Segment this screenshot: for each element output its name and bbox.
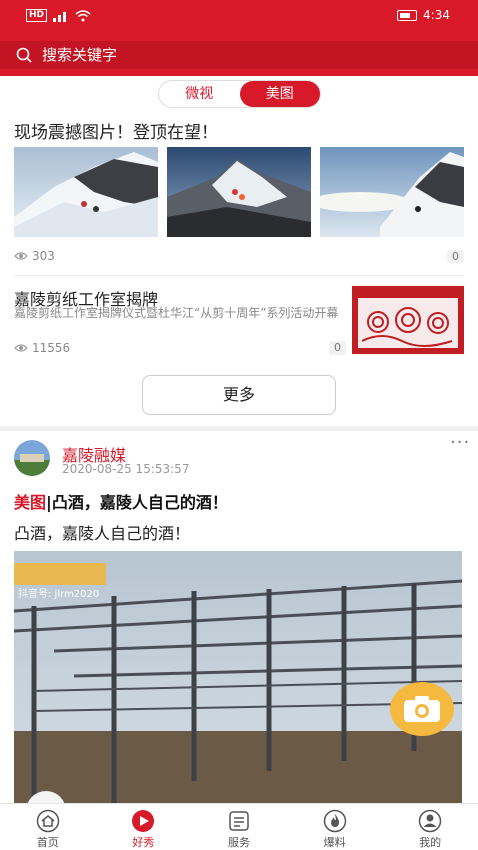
wifi-icon	[75, 9, 91, 21]
eye-icon	[14, 344, 28, 352]
home-icon	[36, 809, 60, 833]
nav-label: 首页	[36, 836, 59, 849]
search-icon	[16, 47, 32, 63]
camera-icon	[404, 696, 440, 722]
tab-pictures[interactable]: 美图	[239, 81, 320, 107]
tab-video[interactable]: 微视	[159, 81, 240, 107]
comment-count: 0	[447, 249, 464, 263]
post-video[interactable]: 抖音号: jlrm2020	[14, 551, 462, 804]
fire-icon	[323, 809, 346, 833]
comment-count: 0	[329, 341, 346, 355]
eye-icon	[14, 252, 28, 260]
view-count: 303	[14, 249, 55, 263]
post-time: 2020-08-25 15:53:57	[62, 462, 190, 476]
view-count: 11556	[14, 341, 70, 355]
avatar[interactable]	[14, 440, 50, 476]
nav-label: 爆料	[323, 836, 346, 849]
search-bar	[0, 34, 478, 76]
nav-profile[interactable]: 我的	[382, 804, 478, 850]
nav-service[interactable]: 服务	[191, 804, 287, 850]
more-button[interactable]: 更多	[142, 375, 336, 415]
post-tag: 美图	[14, 493, 47, 512]
photo-gallery	[14, 147, 464, 237]
play-icon	[132, 810, 155, 832]
news-description: 嘉陵剪纸工作室揭牌仪式暨杜华江“从剪十周年”系列活动开幕	[14, 306, 339, 320]
more-options-icon[interactable]: ···	[450, 432, 470, 453]
photo-thumbnail[interactable]	[14, 147, 158, 237]
nav-label: 我的	[419, 836, 442, 849]
view-count-value: 303	[32, 249, 55, 263]
nav-label: 好秀	[132, 836, 155, 849]
search-input[interactable]	[42, 46, 442, 64]
hd-indicator: HD	[26, 9, 48, 22]
user-icon	[418, 809, 442, 833]
battery-icon	[397, 9, 418, 21]
news-meta: 11556 0	[14, 341, 346, 355]
service-icon	[229, 811, 249, 831]
status-time: 4:34	[423, 8, 450, 22]
content-type-tabs: 微视 美图	[158, 80, 321, 108]
photo-thumbnail[interactable]	[320, 147, 464, 237]
nav-home[interactable]: 首页	[0, 804, 96, 850]
camera-button[interactable]	[390, 682, 454, 736]
photo-card-title[interactable]: 现场震撼图片！登顶在望！	[14, 118, 218, 143]
nav-videos[interactable]: 好秀	[96, 804, 192, 850]
bottom-nav: 首页 好秀 服务 爆料 我的	[0, 803, 478, 850]
search-box[interactable]	[0, 41, 478, 69]
signal-icon	[53, 11, 67, 22]
view-count-value: 11556	[32, 341, 71, 355]
photo-thumbnail[interactable]	[167, 147, 311, 237]
post-text: 凸酒，嘉陵人自己的酒！	[14, 524, 191, 543]
nav-report[interactable]: 爆料	[287, 804, 383, 850]
news-thumbnail[interactable]	[352, 286, 464, 354]
divider	[14, 275, 464, 276]
section-divider	[0, 426, 478, 431]
post-headline-text: 凸酒，嘉陵人自己的酒！	[51, 493, 228, 512]
post-headline[interactable]: 美图|凸酒，嘉陵人自己的酒！	[14, 489, 228, 513]
nav-label: 服务	[227, 836, 250, 849]
video-watermark: 抖音号: jlrm2020	[18, 587, 99, 600]
status-bar: HD 4:34	[0, 0, 478, 34]
photo-card-meta: 303 0	[14, 249, 464, 263]
